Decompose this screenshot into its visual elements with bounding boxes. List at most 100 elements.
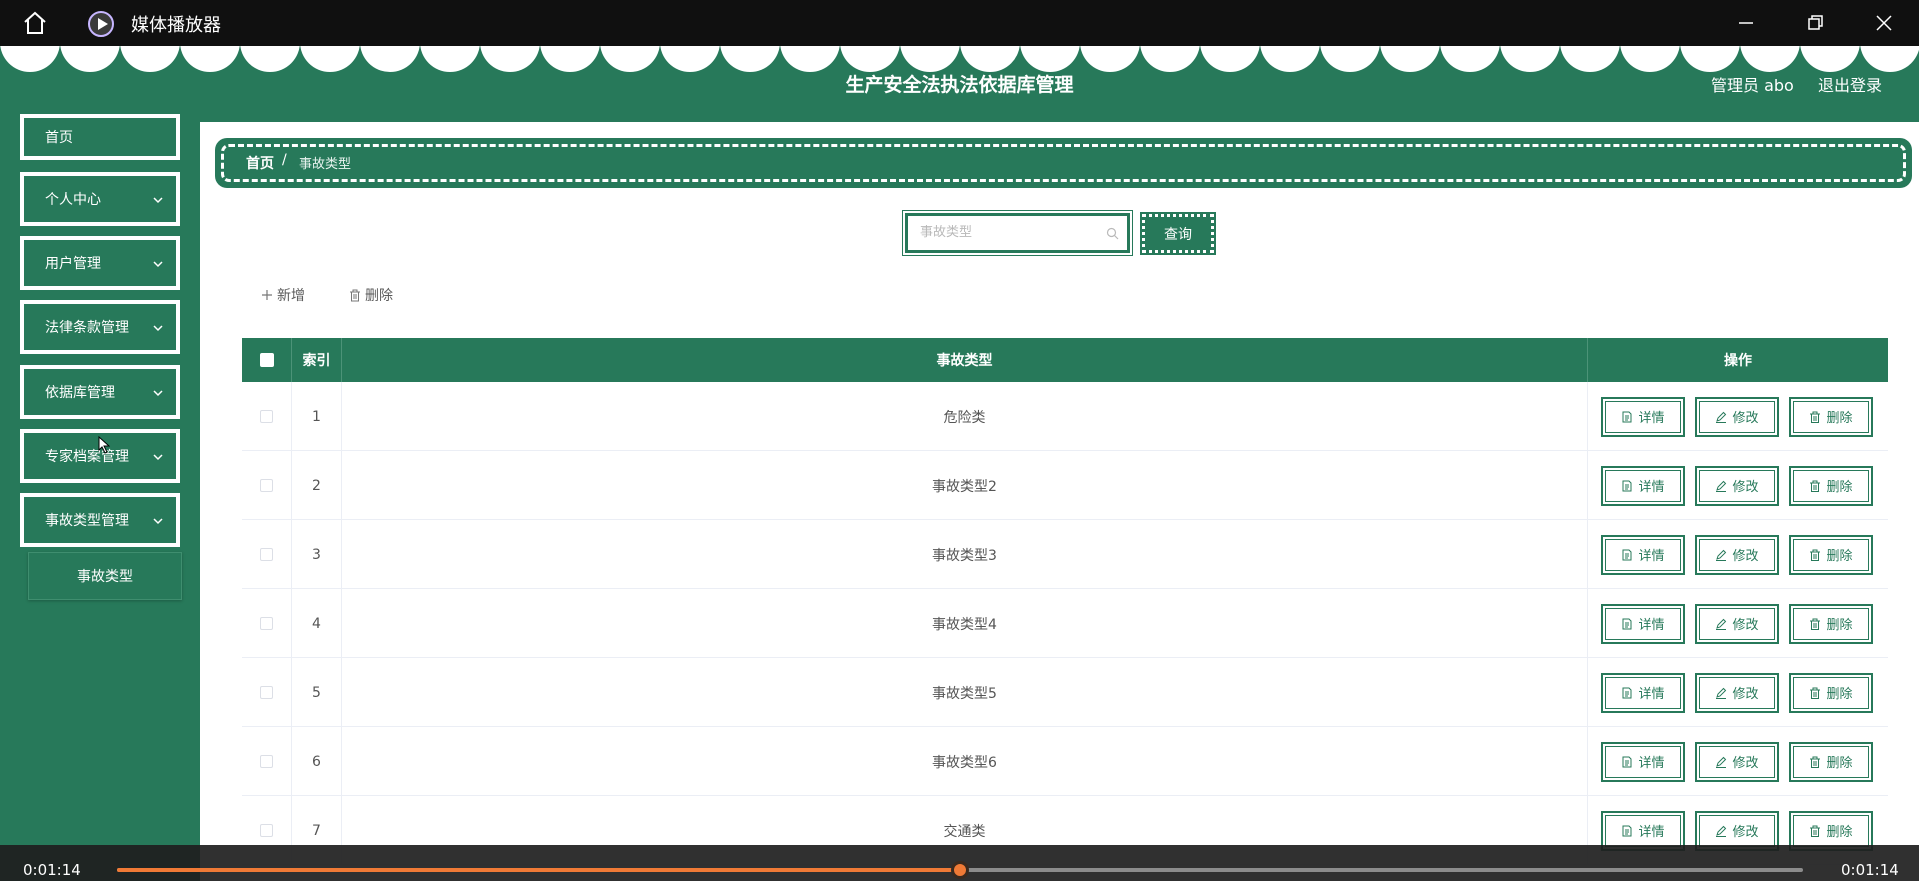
trash-icon (1810, 825, 1821, 837)
detail-button-label: 详情 (1638, 687, 1665, 702)
edit-icon (1716, 687, 1727, 699)
row-select-cell (242, 451, 292, 520)
delete-button[interactable]: 删除 (1789, 465, 1873, 506)
edit-button[interactable]: 修改 (1695, 741, 1779, 782)
detail-button[interactable]: 详情 (1601, 741, 1685, 782)
row-checkbox[interactable] (260, 824, 273, 837)
detail-button[interactable]: 详情 (1601, 603, 1685, 644)
row-select-cell (242, 382, 292, 451)
trash-icon (1810, 480, 1821, 492)
chevron-down-icon (153, 390, 163, 397)
delete-button[interactable]: 删除 (1789, 603, 1873, 644)
sidebar-item-user-management[interactable]: 用户管理 (20, 236, 180, 290)
scallop-shape (1140, 46, 1200, 72)
delete-button-label: 删除 (1826, 687, 1853, 702)
row-checkbox[interactable] (260, 410, 273, 423)
sidebar-item-personal-center[interactable]: 个人中心 (20, 172, 180, 226)
table-row: 5 事故类型5 详情 修改 删除 (242, 658, 1888, 727)
row-accident-type: 事故类型4 (342, 589, 1588, 658)
scallop-shape (900, 46, 960, 72)
edit-button[interactable]: 修改 (1695, 534, 1779, 575)
delete-button[interactable]: 删除 (1789, 396, 1873, 437)
add-button[interactable]: 新增 (261, 285, 305, 305)
sidebar-item-home[interactable]: 首页 (20, 114, 180, 160)
table-row: 3 事故类型3 详情 修改 删除 (242, 520, 1888, 589)
row-checkbox[interactable] (260, 617, 273, 630)
sidebar-subitem-accident-type[interactable]: 事故类型 (28, 552, 182, 600)
sidebar-item-label: 法律条款管理 (45, 320, 129, 336)
edit-button-label: 修改 (1732, 411, 1759, 426)
sidebar-item-basis-library[interactable]: 依据库管理 (20, 365, 180, 419)
row-actions: 详情 修改 删除 (1588, 520, 1888, 589)
scallop-shape (1080, 46, 1140, 72)
document-icon (1622, 480, 1632, 491)
document-icon (1622, 411, 1632, 422)
batch-delete-label: 删除 (365, 288, 393, 304)
logout-link[interactable]: 退出登录 (1818, 72, 1882, 96)
header-scallop-decoration (0, 46, 1919, 72)
row-actions: 详情 修改 删除 (1588, 727, 1888, 796)
row-actions: 详情 修改 删除 (1588, 658, 1888, 727)
breadcrumb-home[interactable]: 首页 (246, 153, 274, 173)
sidebar-item-label: 首页 (45, 130, 73, 146)
sidebar-item-label: 用户管理 (45, 256, 101, 272)
media-player-icon (88, 11, 114, 37)
edit-button[interactable]: 修改 (1695, 672, 1779, 713)
edit-button[interactable]: 修改 (1695, 396, 1779, 437)
row-checkbox[interactable] (260, 686, 273, 699)
table-row: 6 事故类型6 详情 修改 删除 (242, 727, 1888, 796)
edit-icon (1716, 480, 1727, 492)
delete-button-label: 删除 (1826, 549, 1853, 564)
delete-button[interactable]: 删除 (1789, 534, 1873, 575)
delete-button-label: 删除 (1826, 756, 1853, 771)
detail-button-label: 详情 (1638, 411, 1665, 426)
row-checkbox[interactable] (260, 755, 273, 768)
scallop-shape (120, 46, 180, 72)
edit-button[interactable]: 修改 (1695, 465, 1779, 506)
user-label[interactable]: 管理员 abo (1711, 72, 1794, 96)
scallop-shape (0, 46, 60, 72)
document-icon (1622, 825, 1632, 836)
minimize-icon[interactable] (1731, 8, 1761, 38)
query-button[interactable]: 查询 (1140, 212, 1216, 255)
row-checkbox[interactable] (260, 548, 273, 561)
delete-button-label: 删除 (1826, 618, 1853, 633)
row-accident-type: 事故类型3 (342, 520, 1588, 589)
edit-icon (1716, 411, 1727, 423)
header-select-all[interactable] (242, 338, 292, 382)
delete-button[interactable]: 删除 (1789, 672, 1873, 713)
edit-button[interactable]: 修改 (1695, 603, 1779, 644)
close-icon[interactable] (1869, 8, 1899, 38)
row-actions: 详情 修改 删除 (1588, 451, 1888, 520)
trash-icon (1810, 411, 1821, 423)
scallop-shape (600, 46, 660, 72)
seek-bar-handle[interactable] (951, 861, 969, 879)
detail-button-label: 详情 (1638, 549, 1665, 564)
batch-delete-button[interactable]: 删除 (349, 285, 393, 305)
row-checkbox[interactable] (260, 479, 273, 492)
seek-bar[interactable] (117, 861, 1803, 879)
home-icon[interactable] (22, 11, 48, 35)
player-controls: 0:01:14 0:01:14 (0, 845, 1919, 881)
delete-button[interactable]: 删除 (1789, 741, 1873, 782)
restore-icon[interactable] (1800, 8, 1830, 38)
sidebar-item-accident-type-management[interactable]: 事故类型管理 (20, 493, 180, 547)
edit-icon (1716, 756, 1727, 768)
select-all-checkbox[interactable] (259, 353, 274, 367)
detail-button[interactable]: 详情 (1601, 465, 1685, 506)
row-accident-type: 事故类型6 (342, 727, 1588, 796)
detail-button[interactable]: 详情 (1601, 534, 1685, 575)
search-input[interactable] (920, 225, 1095, 240)
scallop-shape (60, 46, 120, 72)
detail-button[interactable]: 详情 (1601, 396, 1685, 437)
row-select-cell (242, 658, 292, 727)
detail-button[interactable]: 详情 (1601, 672, 1685, 713)
scallop-shape (180, 46, 240, 72)
table-body: 1 危险类 详情 修改 删除 2 事故类型2 详情 修改 删除 3 事故类型3 详情 修改 删除 4 事故类型4… (242, 382, 1888, 865)
sidebar-item-law-clauses[interactable]: 法律条款管理 (20, 300, 180, 354)
scallop-shape (1440, 46, 1500, 72)
header-accident-type: 事故类型 (342, 338, 1588, 382)
scallop-shape (480, 46, 540, 72)
scallop-shape (1860, 46, 1919, 72)
scallop-shape (1380, 46, 1440, 72)
